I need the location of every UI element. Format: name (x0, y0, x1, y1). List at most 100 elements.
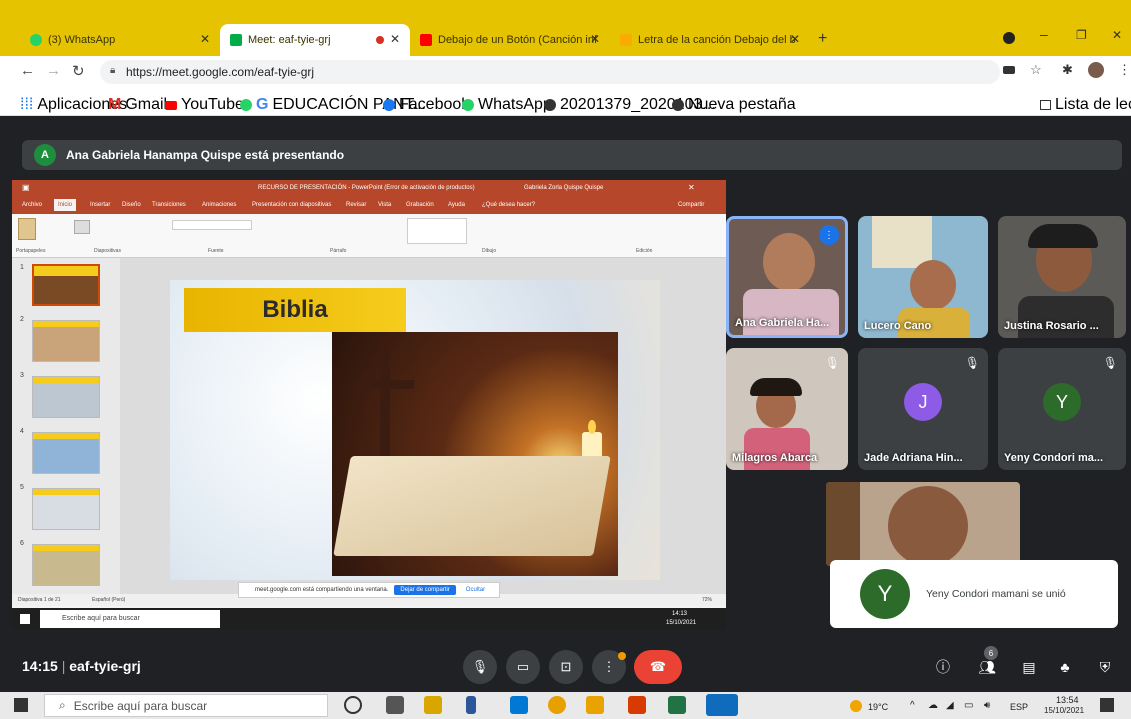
menu-archivo[interactable]: Archivo (22, 202, 42, 208)
camera-button[interactable]: ▭ (506, 650, 540, 684)
bookmark-facebook[interactable]: Facebook (383, 96, 469, 114)
store-icon[interactable] (510, 696, 528, 714)
menu-presentacion[interactable]: Presentación con diapositivas (252, 202, 331, 208)
battery-icon[interactable]: ▭ (964, 700, 973, 711)
host-controls-icon[interactable]: ⛨ (1094, 656, 1116, 678)
slide-thumbnail-1[interactable] (32, 264, 100, 306)
menu-transiciones[interactable]: Transiciones (152, 202, 186, 208)
close-tab-icon[interactable]: ✕ (790, 32, 800, 46)
clock-time[interactable]: 13:54 (1056, 695, 1079, 705)
clock-date[interactable]: 15/10/2021 (1044, 706, 1084, 715)
people-count-badge: 6 (984, 646, 998, 660)
menu-revisar[interactable]: Revisar (346, 202, 366, 208)
self-view-tile[interactable] (826, 482, 1020, 566)
excel-icon[interactable] (668, 696, 686, 714)
microphone-button[interactable]: 🎙︎ (463, 650, 497, 684)
extensions-icon[interactable]: ✱ (1062, 62, 1073, 78)
system-tray: 19°C ^ ☁ ◢ ▭ 🔊︎ ESP 13:54 15/10/2021 (850, 695, 1131, 716)
close-tab-icon[interactable]: ✕ (390, 32, 400, 46)
weather-temp[interactable]: 19°C (868, 702, 888, 712)
activities-icon[interactable]: ♣ (1054, 656, 1076, 678)
meeting-info-icon[interactable]: ⓘ (932, 656, 954, 678)
slide-thumbnail-5[interactable] (32, 488, 100, 530)
bookmark-whatsapp[interactable]: WhatsApp (462, 96, 552, 114)
task-view-icon[interactable] (386, 696, 404, 714)
close-tab-icon[interactable]: ✕ (200, 32, 210, 46)
bookmark-new-tab[interactable]: Nueva pestaña (672, 96, 796, 114)
reading-list[interactable]: Lista de lectura (1040, 96, 1131, 114)
address-bar[interactable]: 🔒︎ https://meet.google.com/eaf-tyie-grj (100, 60, 1000, 84)
globe-icon (672, 99, 684, 111)
participant-tile[interactable]: Justina Rosario ... (998, 216, 1126, 338)
folder-icon[interactable] (586, 696, 604, 714)
cortana-icon[interactable] (344, 696, 362, 714)
bookmark-gmail[interactable]: M Gmail (108, 96, 167, 114)
share-button[interactable]: Compartir (678, 202, 704, 208)
menu-animaciones[interactable]: Animaciones (202, 202, 236, 208)
close-icon[interactable]: ✕ (688, 183, 695, 192)
word-icon[interactable] (466, 696, 476, 714)
back-icon[interactable]: ← (20, 62, 35, 79)
tab-whatsapp[interactable]: (3) WhatsApp ✕ (20, 24, 220, 56)
menu-vista[interactable]: Vista (378, 202, 391, 208)
close-tab-icon[interactable]: ✕ (590, 32, 600, 46)
stop-sharing-button[interactable]: Dejar de compartir (394, 585, 456, 595)
participant-tile[interactable]: ⋮ Ana Gabriela Ha... (726, 216, 848, 338)
participant-tile[interactable]: J 🎙︎ Jade Adriana Hin... (858, 348, 988, 470)
acrobat-icon[interactable] (628, 696, 646, 714)
bookmark-youtube[interactable]: YouTube (165, 96, 244, 114)
url-text: https://meet.google.com/eaf-tyie-grj (126, 65, 315, 79)
participant-tile[interactable]: Y 🎙︎ Yeny Condori ma... (998, 348, 1126, 470)
user-avatar[interactable] (1088, 62, 1104, 78)
menu-ayuda[interactable]: Ayuda (448, 202, 465, 208)
active-window-icon[interactable] (706, 694, 738, 716)
hang-up-button[interactable]: ☎︎ (634, 650, 682, 684)
participant-tile[interactable]: 🎙︎ Milagros Abarca (726, 348, 848, 470)
slide-thumbnail-4[interactable] (32, 432, 100, 474)
bookmark-star-icon[interactable]: ☆ (1030, 62, 1042, 78)
volume-icon[interactable]: 🔊︎ (984, 700, 990, 711)
tab-meet[interactable]: Meet: eaf-tyie-grj ✕ (220, 24, 410, 56)
menu-grabacion[interactable]: Grabación (406, 202, 434, 208)
tab-letra[interactable]: Letra de la canción Debajo del b ✕ (610, 24, 810, 56)
hide-button[interactable]: Ocultar (462, 585, 489, 595)
forward-icon[interactable]: → (46, 62, 61, 79)
tray-chevron-icon[interactable]: ^ (910, 700, 915, 711)
chrome-icon[interactable] (548, 696, 566, 714)
maximize-icon[interactable]: ❐ (1076, 28, 1087, 42)
new-slide-icon[interactable] (74, 220, 90, 234)
slide-thumbnail-3[interactable] (32, 376, 100, 418)
participant-tile[interactable]: Lucero Cano (858, 216, 988, 338)
participant-video (763, 233, 815, 291)
chat-icon[interactable]: ▤ (1018, 656, 1040, 678)
toast-avatar: Y (860, 569, 910, 619)
menu-diseno[interactable]: Diseño (122, 202, 141, 208)
new-tab-button[interactable]: + (818, 30, 827, 48)
reload-icon[interactable]: ↻ (72, 62, 85, 80)
close-window-icon[interactable]: ✕ (1112, 28, 1122, 42)
profile-icon[interactable] (1003, 32, 1015, 44)
present-button[interactable]: ⊡ (549, 650, 583, 684)
camera-icon[interactable] (1003, 66, 1015, 74)
keyboard-language[interactable]: ESP (1010, 702, 1028, 712)
save-icon[interactable]: ▣ (22, 183, 30, 192)
notification-center-icon[interactable] (1100, 698, 1114, 712)
windows-start-icon (20, 614, 30, 624)
menu-icon[interactable]: ⋮ (1118, 62, 1131, 78)
minimize-icon[interactable]: – (1040, 26, 1048, 42)
windows-start-icon[interactable] (14, 698, 28, 712)
menu-tell-me[interactable]: ¿Qué desea hacer? (482, 202, 535, 208)
zoom-level[interactable]: 72% (702, 597, 712, 603)
font-name-field[interactable] (172, 220, 252, 230)
menu-insertar[interactable]: Insertar (90, 202, 110, 208)
network-icon[interactable]: ◢ (946, 700, 954, 711)
paste-icon[interactable] (18, 218, 36, 240)
bookshelf (826, 482, 860, 566)
tab-youtube[interactable]: Debajo de un Botón (Canción inf ✕ (410, 24, 610, 56)
file-explorer-icon[interactable] (424, 696, 442, 714)
shapes-gallery[interactable] (407, 218, 467, 244)
slide-thumbnail-2[interactable] (32, 320, 100, 362)
menu-inicio[interactable]: Inicio (54, 199, 77, 211)
slide-thumbnail-6[interactable] (32, 544, 100, 586)
taskbar-search-box[interactable]: ⌕ Escribe aquí para buscar (44, 694, 328, 717)
